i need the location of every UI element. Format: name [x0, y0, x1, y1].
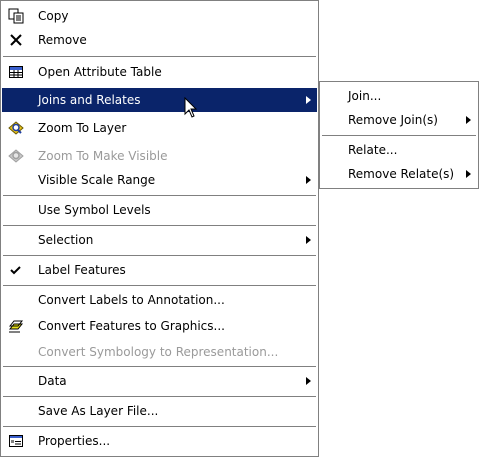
menu-item-label: Copy	[38, 9, 69, 23]
menu-item-zoom-to-layer[interactable]: Zoom To Layer	[2, 116, 317, 140]
menu-item-joins-and-relates[interactable]: Joins and Relates	[2, 88, 317, 112]
menu-separator	[3, 285, 316, 287]
menu-item-use-symbol-levels[interactable]: Use Symbol Levels	[2, 198, 317, 222]
menu-item-label: Label Features	[38, 263, 126, 277]
menu-separator	[3, 396, 316, 398]
menu-item-label: Convert Features to Graphics...	[38, 319, 225, 333]
zoom-to-layer-icon	[8, 120, 24, 136]
menu-item-open-attribute-table[interactable]: Open Attribute Table	[2, 60, 317, 84]
menu-item-properties[interactable]: Properties...	[2, 429, 317, 453]
menu-item-label: Zoom To Make Visible	[38, 149, 168, 163]
menu-item-label: Remove Relate(s)	[348, 167, 455, 181]
menu-separator	[3, 426, 316, 428]
menu-item-label: Selection	[38, 233, 94, 247]
menu-separator	[3, 366, 316, 368]
submenu-item-join[interactable]: Join...	[321, 84, 477, 108]
submenu-arrow-icon	[306, 236, 311, 244]
menu-item-label: Convert Symbology to Representation...	[38, 345, 279, 359]
menu-item-remove[interactable]: Remove	[2, 28, 317, 52]
menu-item-label: Zoom To Layer	[38, 121, 127, 135]
menu-item-label: Joins and Relates	[38, 93, 141, 107]
submenu-arrow-icon	[466, 116, 471, 124]
submenu-arrow-icon	[306, 377, 311, 385]
menu-item-visible-scale-range[interactable]: Visible Scale Range	[2, 168, 317, 192]
menu-item-label: Relate...	[348, 143, 398, 157]
menu-item-label-features[interactable]: Label Features	[2, 258, 317, 282]
menu-item-label: Properties...	[38, 434, 111, 448]
zoom-to-make-visible-icon	[8, 148, 24, 164]
copy-icon	[8, 8, 24, 24]
convert-graphics-icon	[8, 318, 24, 334]
menu-separator	[3, 195, 316, 197]
table-icon	[8, 64, 24, 80]
menu-separator	[3, 225, 316, 227]
menu-item-zoom-to-make-visible: Zoom To Make Visible	[2, 144, 317, 168]
submenu-item-remove-joins[interactable]: Remove Join(s)	[321, 108, 477, 132]
menu-item-label: Save As Layer File...	[38, 404, 159, 418]
submenu-arrow-icon	[466, 170, 471, 178]
menu-item-selection[interactable]: Selection	[2, 228, 317, 252]
menu-item-label: Convert Labels to Annotation...	[38, 293, 225, 307]
menu-separator	[322, 135, 476, 137]
menu-item-data[interactable]: Data	[2, 369, 317, 393]
menu-item-label: Open Attribute Table	[38, 65, 162, 79]
submenu-item-relate[interactable]: Relate...	[321, 138, 477, 162]
menu-separator	[3, 56, 316, 58]
menu-item-label: Join...	[348, 89, 382, 103]
mouse-pointer-icon	[184, 97, 198, 118]
menu-item-label: Remove	[38, 33, 87, 47]
menu-item-save-as-layer-file[interactable]: Save As Layer File...	[2, 399, 317, 423]
checkmark-icon	[8, 262, 24, 278]
menu-item-label: Use Symbol Levels	[38, 203, 151, 217]
menu-item-label: Visible Scale Range	[38, 173, 156, 187]
submenu-item-remove-relates[interactable]: Remove Relate(s)	[321, 162, 477, 186]
submenu-arrow-icon	[306, 176, 311, 184]
joins-relates-submenu: Join... Remove Join(s) Relate... Remove …	[319, 81, 479, 189]
layer-context-menu: Copy Remove Open Attribute Table Joins a…	[0, 0, 319, 457]
menu-item-copy[interactable]: Copy	[2, 4, 317, 28]
menu-separator	[3, 255, 316, 257]
menu-item-label: Data	[38, 374, 67, 388]
menu-item-convert-features[interactable]: Convert Features to Graphics...	[2, 314, 317, 338]
menu-item-convert-labels[interactable]: Convert Labels to Annotation...	[2, 288, 317, 312]
properties-icon	[8, 433, 24, 449]
submenu-arrow-icon	[306, 96, 311, 104]
menu-item-convert-symbology: Convert Symbology to Representation...	[2, 340, 317, 364]
remove-x-icon	[8, 32, 24, 48]
menu-item-label: Remove Join(s)	[348, 113, 438, 127]
